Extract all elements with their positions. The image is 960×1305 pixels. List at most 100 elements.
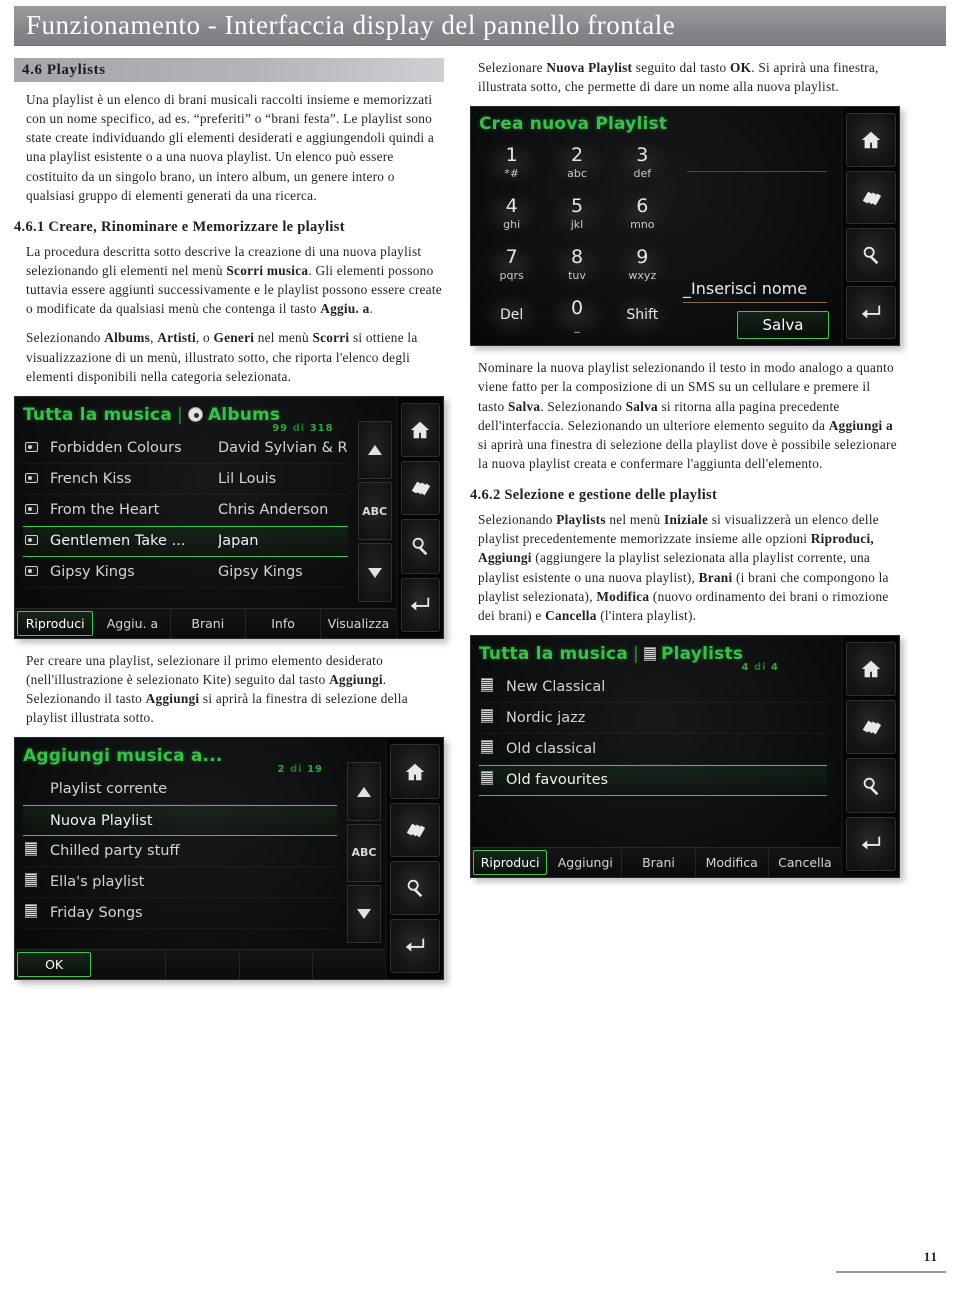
scroll-down-button[interactable] <box>357 543 392 602</box>
cards-button[interactable] <box>400 461 440 516</box>
cd-icon <box>25 533 45 549</box>
softkey-info[interactable]: Info <box>246 608 322 638</box>
softkey-riproduci[interactable]: Riproduci <box>17 610 94 636</box>
screenshot-create-playlist-keypad[interactable]: Crea nuova Playlist 1 *# 2 abc 3 def 4 ghi 5… <box>470 106 900 347</box>
add-music-screen-header: Aggiungi musica a... <box>23 744 379 768</box>
paragraph-right-3: Selezionando Playlists nel menù Iniziale… <box>470 510 900 625</box>
key-0[interactable]: 0 _ <box>544 290 610 342</box>
keypad-title: Crea nuova Playlist <box>479 114 668 135</box>
list-item[interactable]: Old classical <box>479 734 827 765</box>
key-5[interactable]: 5 jkl <box>544 188 610 240</box>
softkey-cancella[interactable]: Cancella <box>769 848 841 877</box>
enter-button[interactable] <box>846 285 896 340</box>
cards-button[interactable] <box>846 700 896 755</box>
table-row[interactable]: Gipsy Kings Gipsy Kings <box>23 557 348 588</box>
abc-jump-button[interactable]: ABC <box>347 823 381 883</box>
scroll-up-button[interactable] <box>347 762 381 821</box>
home-icon <box>411 421 430 439</box>
albums-breadcrumb-root: Tutta la musica <box>23 404 173 425</box>
softkey-brani[interactable]: Brani <box>622 847 696 877</box>
home-button[interactable] <box>390 744 440 799</box>
screenshot-add-music-dialog[interactable]: Aggiungi musica a... 2 di 19 Playlist co… <box>14 737 444 981</box>
abc-jump-button[interactable]: ABC <box>357 482 392 541</box>
key-3[interactable]: 3 def <box>609 136 675 189</box>
playlist-name: Old classical <box>506 740 597 757</box>
keypad-text-area: _Inserisci nome Salva <box>675 137 835 341</box>
cards-icon <box>412 481 431 496</box>
key-digit: 3 <box>636 143 649 166</box>
scroll-down-button[interactable] <box>347 885 381 944</box>
key-4[interactable]: 4 ghi <box>479 188 545 240</box>
key-letters: mno <box>630 217 655 231</box>
list-item[interactable]: New Classical <box>479 672 827 703</box>
album-name: From the Heart <box>50 501 160 518</box>
enter-button[interactable] <box>846 816 896 871</box>
search-button[interactable] <box>846 228 896 282</box>
scroll-up-button[interactable] <box>357 420 392 480</box>
screenshot-albums-browser[interactable]: Tutta la musica | Albums 99 di 318 Forbi… <box>14 395 444 639</box>
table-row[interactable]: From the Heart Chris Anderson <box>23 495 348 526</box>
playlists-screen-main: Tutta la musica | Playlists 4 di 4 New C… <box>471 635 841 877</box>
list-item[interactable]: Chilled party stuff <box>23 836 337 868</box>
key-1[interactable]: 1 *# <box>479 136 545 189</box>
key-8[interactable]: 8 tuv <box>544 239 610 291</box>
text-run: Selezionare <box>478 60 547 75</box>
key-9[interactable]: 9 wxyz <box>609 239 675 291</box>
key-digit: 0 <box>570 296 584 319</box>
subsection-462-title: 4.6.2 Selezione e gestione delle playlis… <box>470 487 718 504</box>
softkey-modifica[interactable]: Modifica <box>696 847 769 877</box>
subsection-461-title: 4.6.1 Creare, Rinominare e Memorizzare l… <box>14 218 345 235</box>
cd-icon <box>25 502 45 518</box>
table-row[interactable]: Forbidden Colours David Sylvian & R <box>23 433 348 464</box>
softkey-riproduci[interactable]: Riproduci <box>473 849 548 875</box>
list-icon <box>481 739 501 758</box>
softkey-aggiu-a[interactable]: Aggiu. a <box>95 608 171 638</box>
keypad-screen-main: Crea nuova Playlist 1 *# 2 abc 3 def 4 ghi 5… <box>471 107 841 346</box>
home-button[interactable] <box>846 113 896 167</box>
search-button[interactable] <box>846 758 896 813</box>
chevron-down-icon <box>367 567 382 578</box>
table-row-selected[interactable]: Gentlemen Take ... Japan <box>23 525 348 557</box>
list-item-selected[interactable]: Old favourites <box>479 764 827 796</box>
album-artist: Lil Louis <box>218 470 277 487</box>
playlist-name-input[interactable]: _Inserisci nome <box>683 279 827 304</box>
search-button[interactable] <box>400 519 440 574</box>
term-salva-1: Salva <box>507 398 541 414</box>
cards-button[interactable] <box>846 170 896 225</box>
softkey-ok[interactable]: OK <box>17 952 92 978</box>
list-item[interactable]: Ella's playlist <box>23 867 337 899</box>
add-music-softkey-bar: OK <box>15 949 385 980</box>
screenshot-playlists-browser[interactable]: Tutta la musica | Playlists 4 di 4 New C… <box>470 634 900 878</box>
cards-button[interactable] <box>390 802 440 857</box>
list-item-selected[interactable]: Nuova Playlist <box>23 805 337 837</box>
key-6[interactable]: 6 mno <box>609 188 675 240</box>
chevron-up-icon <box>357 786 371 797</box>
paragraph-461-c: Per creare una playlist, selezionare il … <box>14 651 444 728</box>
softkey-visualizza[interactable]: Visualizza <box>321 609 395 638</box>
add-music-list: Playlist corrente Nuova Playlist Chilled… <box>23 774 337 930</box>
save-button[interactable]: Salva <box>737 311 829 340</box>
enter-button[interactable] <box>400 577 440 632</box>
cd-icon <box>25 440 45 456</box>
softkey-aggiungi[interactable]: Aggiungi <box>549 847 623 877</box>
softkey-brani[interactable]: Brani <box>171 608 246 638</box>
text-run: (l'intera playlist). <box>596 607 697 623</box>
search-button[interactable] <box>390 860 440 916</box>
playlist-name: Old favourites <box>506 772 609 789</box>
list-item[interactable]: Nordic jazz <box>479 703 827 734</box>
term-artisti: Artisti <box>157 330 196 346</box>
home-button[interactable] <box>846 641 896 697</box>
playlist-name: Nuova Playlist <box>50 812 153 829</box>
enter-button[interactable] <box>390 919 440 974</box>
home-button[interactable] <box>400 402 440 458</box>
album-name: Forbidden Colours <box>50 439 182 456</box>
key-shift[interactable]: Shift <box>609 290 675 342</box>
table-row[interactable]: French Kiss Lil Louis <box>23 464 348 495</box>
key-2[interactable]: 2 abc <box>544 136 610 189</box>
key-del[interactable]: Del <box>479 290 545 342</box>
playlist-name: Playlist corrente <box>50 781 168 798</box>
list-item[interactable]: Playlist corrente <box>23 774 337 806</box>
term-scorri-musica: Scorri musica <box>226 262 309 278</box>
list-item[interactable]: Friday Songs <box>23 898 337 930</box>
key-7[interactable]: 7 pqrs <box>479 239 545 291</box>
